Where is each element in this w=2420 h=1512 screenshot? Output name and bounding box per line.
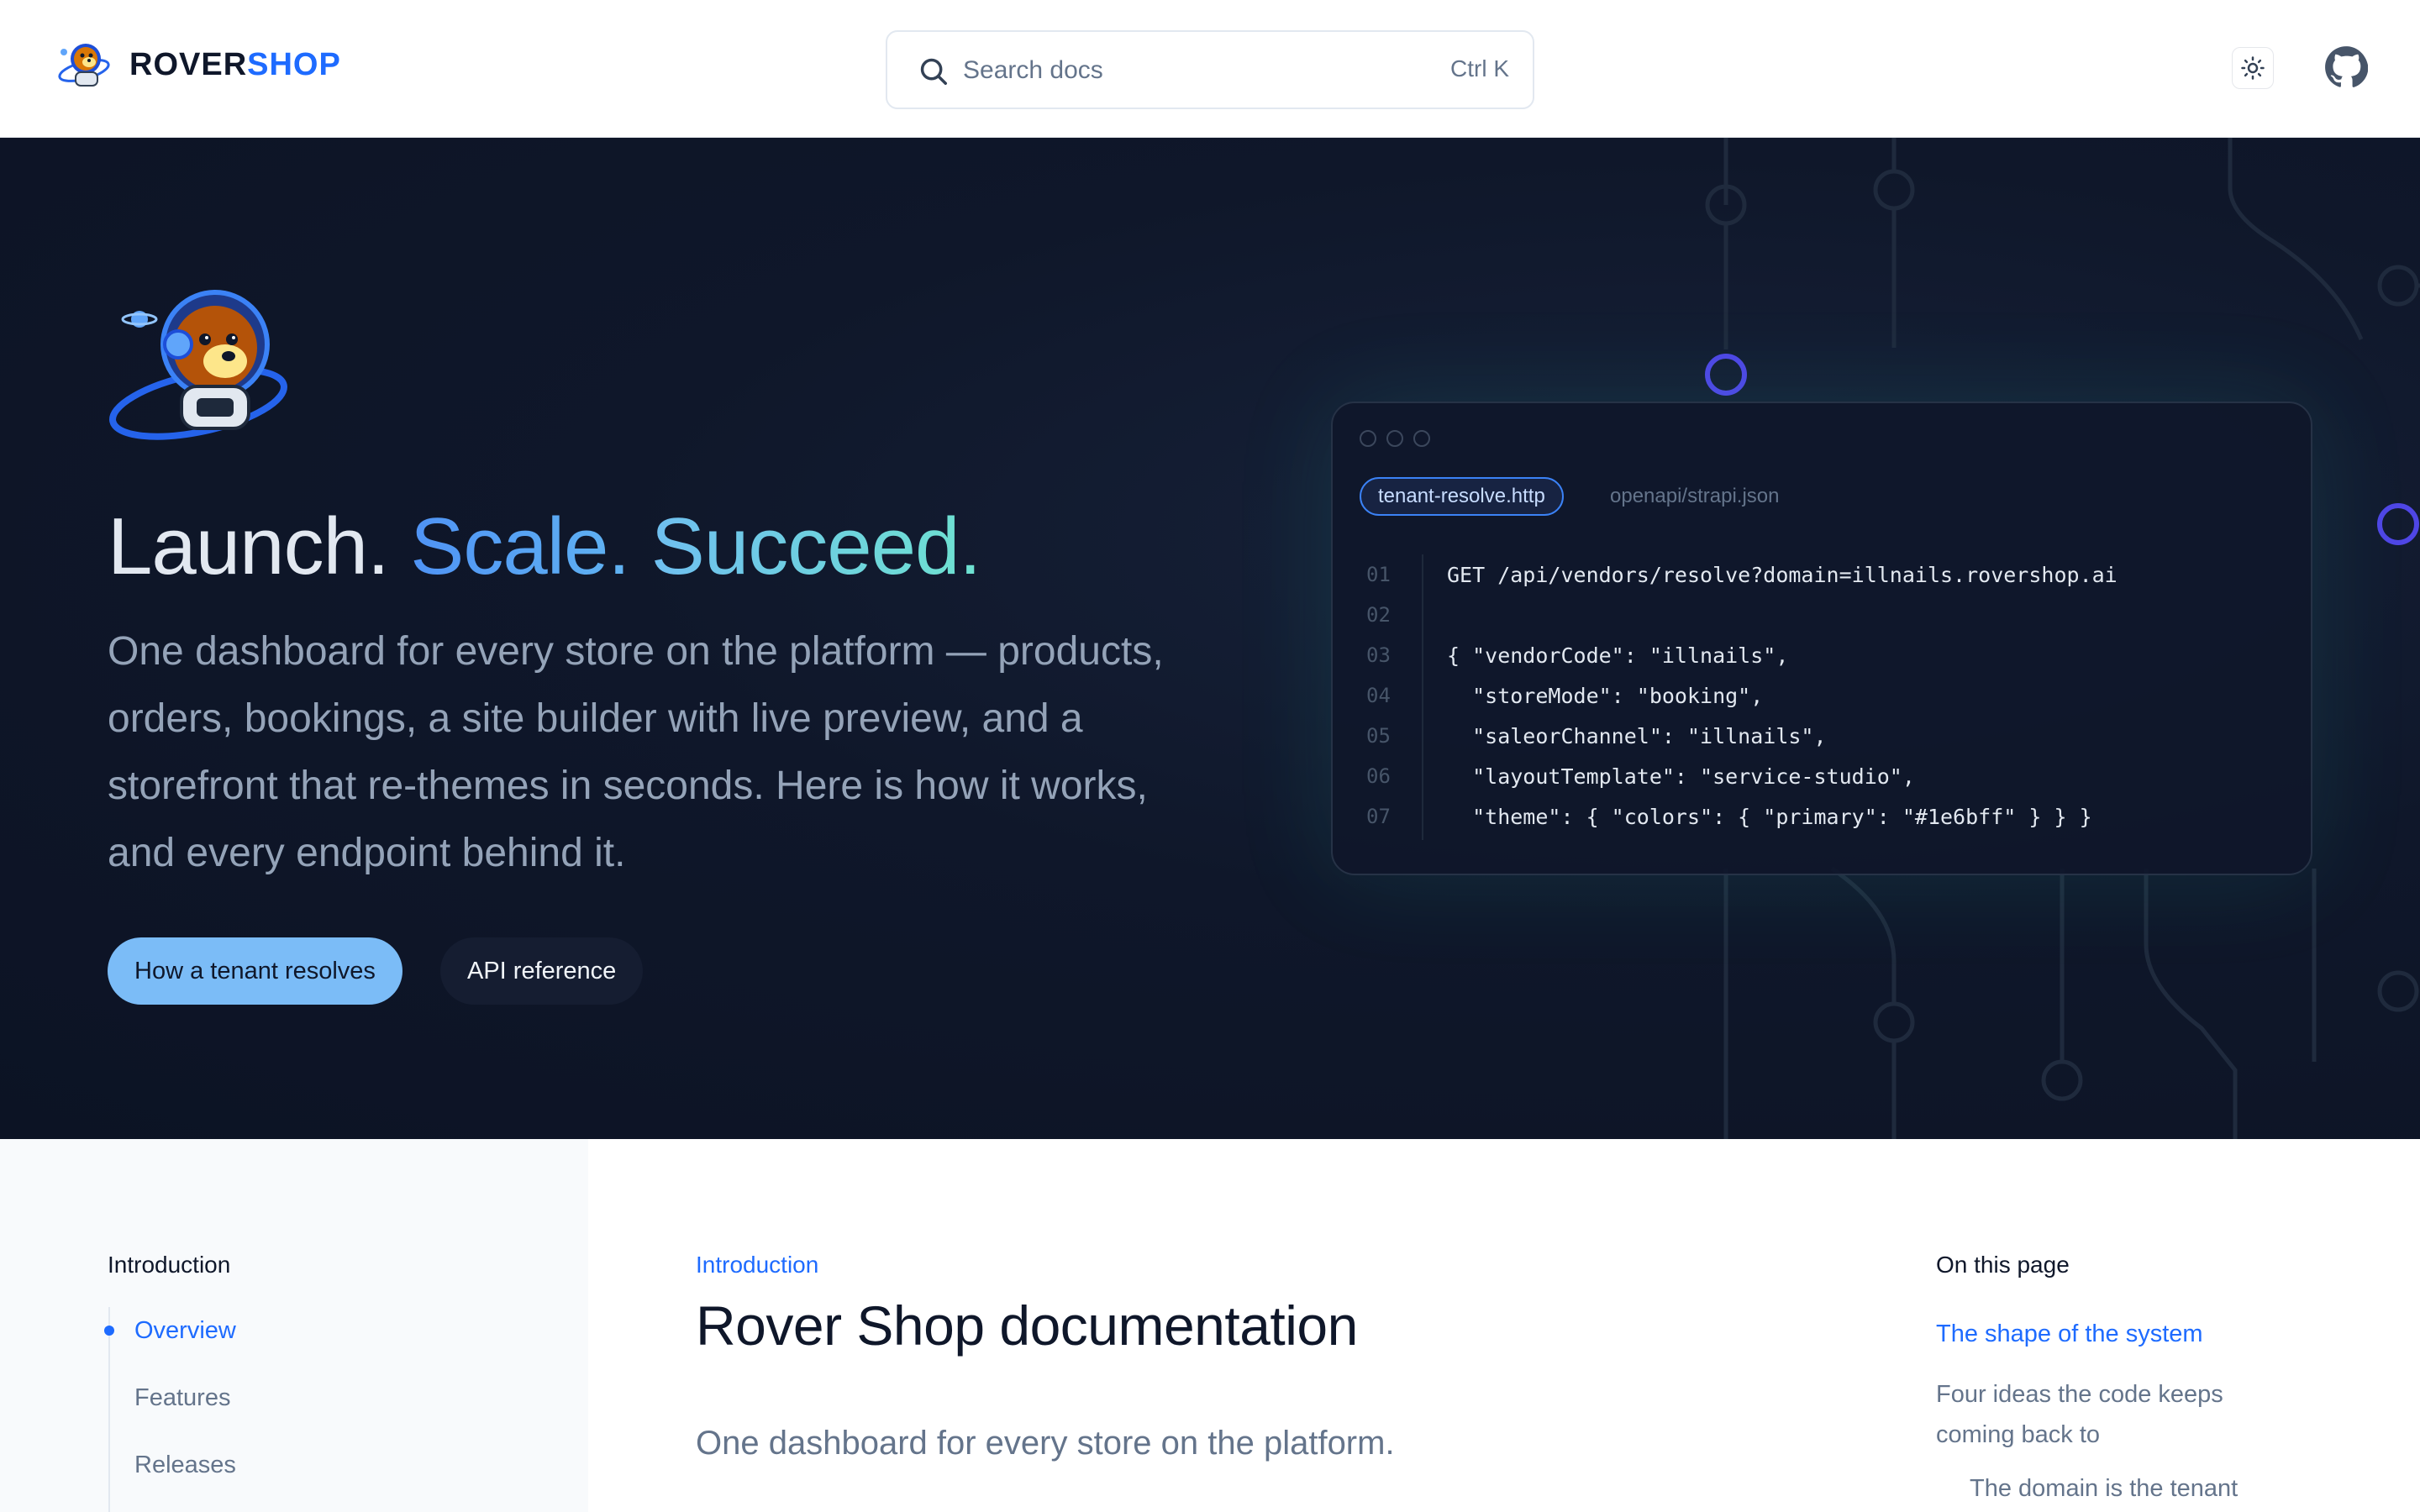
hero-title-scale: Scale. xyxy=(410,501,630,591)
code-text: "storeMode": "booking", xyxy=(1447,684,1764,708)
code-line: 07 "theme": { "colors": { "primary": "#1… xyxy=(1333,796,2314,837)
window-dot xyxy=(1413,430,1430,447)
code-line: 01 GET /api/vendors/resolve?domain=illnai… xyxy=(1333,554,2314,595)
sidebar-section-heading: Introduction xyxy=(108,1252,231,1278)
page-title: Rover Shop documentation xyxy=(696,1294,1358,1357)
toc-item-shape-of-system[interactable]: The shape of the system xyxy=(1936,1314,2306,1354)
brand-wordmark: ROVERSHOP xyxy=(129,47,341,83)
line-number: 02 xyxy=(1366,603,1391,627)
toc-heading: On this page xyxy=(1936,1252,2070,1278)
docs-sidebar: Introduction Overview Features Releases xyxy=(0,1139,588,1512)
code-text: "layoutTemplate": "service-studio", xyxy=(1447,764,1915,789)
window-dot xyxy=(1360,430,1376,447)
code-line: 06 "layoutTemplate": "service-studio", xyxy=(1333,756,2314,796)
brand-name-shop: SHOP xyxy=(247,46,341,82)
sidebar-item-releases[interactable]: Releases xyxy=(134,1452,236,1479)
astronaut-dog-mascot-icon xyxy=(109,290,287,440)
brand-name-rover: ROVER xyxy=(129,46,248,82)
hero-title-succeed: Succeed. xyxy=(650,501,981,591)
search-icon xyxy=(920,58,947,85)
code-line: 02 xyxy=(1333,595,2314,635)
how-tenant-resolves-button[interactable]: How a tenant resolves xyxy=(108,937,402,1005)
code-block: 01 GET /api/vendors/resolve?domain=illnai… xyxy=(1333,554,2314,837)
code-text: { "vendorCode": "illnails", xyxy=(1447,643,1789,668)
sun-icon xyxy=(2241,56,2265,80)
page-lede: One dashboard for every store on the pla… xyxy=(696,1425,1395,1462)
line-number: 01 xyxy=(1366,563,1391,586)
search-box[interactable]: Ctrl K xyxy=(886,30,1534,109)
line-number: 03 xyxy=(1366,643,1391,667)
code-text: GET /api/vendors/resolve?domain=illnails… xyxy=(1447,563,2118,587)
code-line: 03 { "vendorCode": "illnails", xyxy=(1333,635,2314,675)
code-line: 05 "saleorChannel": "illnails", xyxy=(1333,716,2314,756)
toc-item-domain-is-tenant[interactable]: The domain is the tenant xyxy=(1970,1468,2306,1509)
breadcrumb-section[interactable]: Introduction xyxy=(696,1252,818,1278)
code-line: 04 "storeMode": "booking", xyxy=(1333,675,2314,716)
code-text: "saleorChannel": "illnails", xyxy=(1447,724,1827,748)
api-reference-button[interactable]: API reference xyxy=(440,937,644,1005)
window-controls xyxy=(1360,430,1430,447)
line-number: 06 xyxy=(1366,764,1391,788)
sidebar-rail xyxy=(108,1307,110,1512)
window-dot xyxy=(1386,430,1403,447)
code-text: "theme": { "colors": { "primary": "#1e6b… xyxy=(1447,805,2092,829)
brand-logo[interactable]: ROVERSHOP xyxy=(52,37,341,92)
line-number: 07 xyxy=(1366,805,1391,828)
code-sample-card: tenant-resolve.http openapi/strapi.json … xyxy=(1331,402,2312,875)
sidebar-item-features[interactable]: Features xyxy=(134,1384,230,1412)
line-number: 04 xyxy=(1366,684,1391,707)
sidebar-item-overview[interactable]: Overview xyxy=(134,1317,236,1345)
top-header: ROVERSHOP Ctrl K xyxy=(0,0,2420,138)
active-indicator-dot xyxy=(104,1326,114,1336)
hero-section: Launch. Scale. Succeed. One dashboard fo… xyxy=(0,138,2420,1139)
search-shortcut-hint: Ctrl K xyxy=(1450,55,1509,81)
line-number: 05 xyxy=(1366,724,1391,748)
hero-title-launch: Launch. xyxy=(108,501,390,591)
rover-mascot-icon xyxy=(58,44,110,87)
github-link[interactable] xyxy=(2323,44,2370,91)
search-input[interactable] xyxy=(963,49,1383,92)
theme-toggle-button[interactable] xyxy=(2232,47,2274,89)
tab-tenant-resolve-http[interactable]: tenant-resolve.http xyxy=(1360,477,1564,516)
github-icon xyxy=(2325,46,2368,87)
hero-title: Launch. Scale. Succeed. xyxy=(108,501,981,593)
hero-description: One dashboard for every store on the pla… xyxy=(108,629,1164,875)
tab-openapi-strapi-json[interactable]: openapi/strapi.json xyxy=(1610,477,1779,516)
toc-item-four-ideas[interactable]: Four ideas the code keeps coming back to xyxy=(1936,1374,2272,1455)
